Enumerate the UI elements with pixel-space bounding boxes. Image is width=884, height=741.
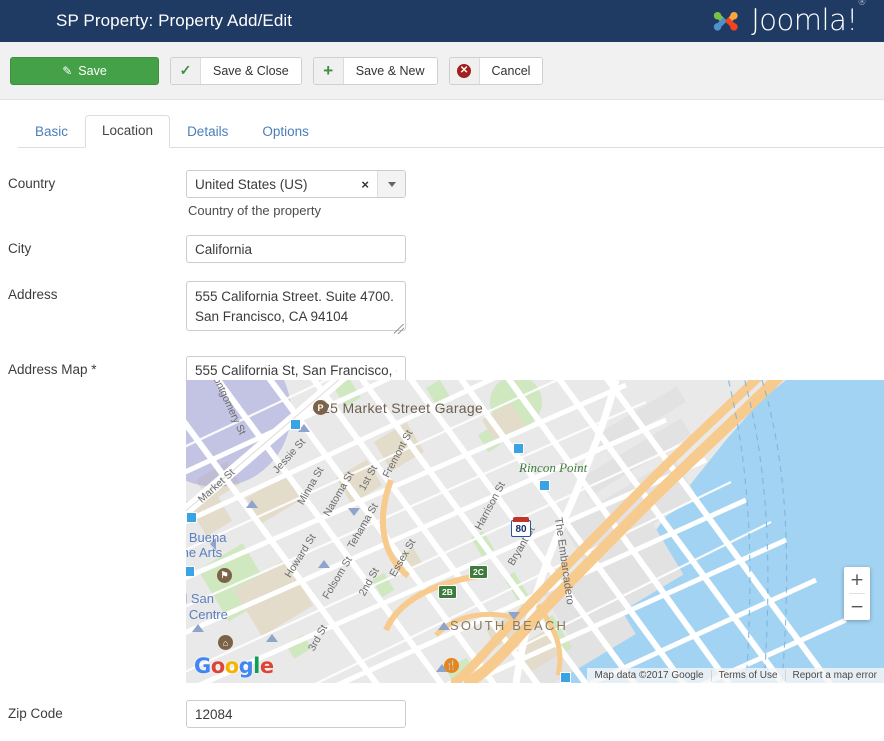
transit-station-icon [539, 480, 550, 491]
transit-station-icon [513, 443, 524, 454]
location-form: Country United States (US) × Country of … [0, 148, 884, 384]
save-and-new-label: Save & New [344, 58, 437, 84]
city-input[interactable] [186, 235, 406, 263]
transit-station-icon [290, 419, 301, 430]
chevron-down-icon[interactable] [377, 171, 405, 197]
field-row-city: City [0, 235, 884, 263]
zoom-out-button[interactable]: − [844, 594, 870, 620]
address-label: Address [8, 281, 186, 302]
report-map-error-link[interactable]: Report a map error [785, 670, 884, 681]
page-title: SP Property: Property Add/Edit [56, 11, 292, 31]
zoom-in-button[interactable]: + [844, 567, 870, 593]
address-textarea[interactable]: 555 California Street. Suite 4700. San F… [186, 281, 406, 331]
cancel-icon: ✕ [450, 58, 480, 84]
tab-details[interactable]: Details [170, 116, 245, 148]
save-and-close-button[interactable]: ✓ Save & Close [170, 57, 302, 85]
landmark-icon: ⌂ [218, 635, 233, 650]
country-label: Country [8, 170, 186, 191]
highway-shield-80: 80 [511, 520, 531, 537]
app-header: SP Property: Property Add/Edit Joomla!® [0, 0, 884, 42]
cancel-button[interactable]: ✕ Cancel [449, 57, 544, 85]
tab-basic[interactable]: Basic [18, 116, 85, 148]
save-button-label: Save [78, 64, 107, 78]
tabs-container: Basic Location Details Options [0, 100, 884, 148]
field-row-address: Address 555 California Street. Suite 470… [0, 281, 884, 336]
tab-location[interactable]: Location [85, 115, 170, 148]
save-button[interactable]: ✎ Save [10, 57, 159, 85]
country-select[interactable]: United States (US) × [186, 170, 406, 198]
joomla-wordmark: Joomla!® [751, 6, 866, 35]
field-row-country: Country United States (US) × Country of … [0, 170, 884, 218]
restaurant-icon: 🍴 [444, 658, 459, 673]
plus-icon: + [314, 58, 344, 84]
map-zoom-controls[interactable]: + − [844, 567, 870, 620]
exit-tag-2c: 2C [469, 565, 488, 579]
transit-station-icon [186, 566, 195, 577]
cancel-label: Cancel [480, 58, 543, 84]
tab-options[interactable]: Options [245, 116, 326, 148]
save-and-new-button[interactable]: + Save & New [313, 57, 438, 85]
toolbar: ✎ Save ✓ Save & Close + Save & New ✕ Can… [0, 42, 884, 100]
country-selected-value: United States (US) [187, 177, 359, 192]
field-row-zip-code: Zip Code [0, 700, 884, 728]
google-map[interactable]: 425 Market Street Garage P Rincon Point … [186, 380, 884, 683]
terms-of-use-link[interactable]: Terms of Use [711, 670, 785, 681]
joomla-mark-icon [708, 4, 744, 38]
transit-station-icon [560, 672, 571, 683]
city-label: City [8, 235, 186, 256]
pencil-icon: ✎ [62, 64, 72, 78]
zip-code-input[interactable] [186, 700, 406, 728]
tab-list: Basic Location Details Options [18, 115, 884, 148]
joomla-logo: Joomla!® [708, 4, 866, 38]
map-data-credit: Map data ©2017 Google [587, 670, 710, 681]
address-map-label: Address Map * [8, 356, 186, 377]
country-help-text: Country of the property [188, 203, 884, 218]
save-and-close-label: Save & Close [201, 58, 301, 84]
transit-station-icon [186, 512, 197, 523]
check-icon: ✓ [171, 58, 201, 84]
museum-icon: ⚑ [217, 568, 232, 583]
google-logo: Google [194, 656, 274, 677]
clear-country-icon[interactable]: × [359, 178, 377, 191]
zip-code-label: Zip Code [8, 700, 186, 721]
map-attribution: Map data ©2017 Google Terms of Use Repor… [587, 668, 884, 683]
parking-icon: P [313, 400, 328, 415]
exit-tag-2b: 2B [438, 585, 457, 599]
